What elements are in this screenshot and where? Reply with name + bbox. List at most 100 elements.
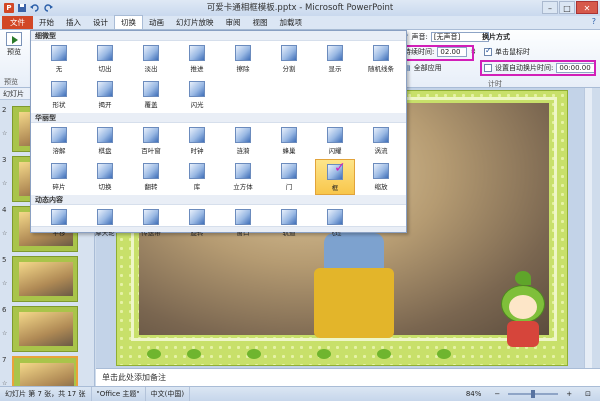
transition-option[interactable]: 旋转 [177,205,217,241]
tab-0[interactable]: 文件 [2,16,33,29]
transition-option[interactable]: 库 [177,159,217,195]
gallery-row: 无 切出 淡出 推进 擦除 分割 显示 随机线条 [31,41,406,77]
window-title: 可爱卡通相框模板.pptx - Microsoft PowerPoint [206,3,394,13]
push-icon [189,45,205,61]
transition-option[interactable]: 时钟 [177,123,217,159]
transition-star-icon: ☆ [2,230,8,237]
transition-option[interactable]: 传送带 [131,205,171,241]
transition-option[interactable]: 摩天轮 [85,205,125,241]
slide-thumbnail[interactable] [12,306,78,352]
transition-option[interactable]: 框 ✓ [315,159,355,195]
minimize-button[interactable]: – [542,1,558,14]
transition-option-label: 棋盘 [98,147,112,155]
transition-option[interactable]: 门 [269,159,309,195]
none-icon [51,45,67,61]
selected-check-icon: ✓ [334,160,346,176]
slide-thumbnail-row[interactable]: 5 ☆ [0,254,95,306]
tab-8[interactable]: 视图 [247,16,274,29]
maximize-button[interactable]: □ [559,1,575,14]
language-status[interactable]: 中文(中国) [146,387,191,401]
transition-option[interactable]: 飞过 [315,205,355,241]
tab-9[interactable]: 加载项 [274,16,309,29]
transition-option-label: 立方体 [233,183,253,191]
honeycomb-icon [281,127,297,143]
tab-2[interactable]: 插入 [60,16,87,29]
tab-5[interactable]: 动画 [143,16,170,29]
gallery-section-header: 华丽型 [31,113,406,123]
transition-option[interactable]: 闪光 [177,77,217,113]
tab-7[interactable]: 审阅 [220,16,247,29]
transition-option[interactable]: 形状 [39,77,79,113]
transition-option[interactable]: 擦除 [223,41,263,77]
zoom-slider[interactable] [508,390,559,398]
undo-icon[interactable] [30,3,40,13]
transition-option[interactable]: 棋盘 [85,123,125,159]
vertical-scrollbar[interactable] [584,88,592,368]
cover-icon [143,81,159,97]
transition-option[interactable]: 推进 [177,41,217,77]
transition-option[interactable]: 平移 [39,205,79,241]
frog-decoration [187,349,201,359]
zoom-slider-knob[interactable] [531,390,536,398]
transition-option[interactable]: 百叶窗 [131,123,171,159]
on-click-checkbox[interactable] [484,46,492,56]
after-time-highlight [480,60,596,76]
transition-option-label: 时钟 [190,147,204,155]
zoom-control: 84% − + ⊡ [461,387,596,401]
ferris-wheel-icon [97,209,113,225]
tab-1[interactable]: 开始 [33,16,60,29]
save-icon[interactable] [17,3,27,13]
transition-option[interactable]: 涡流 [361,123,401,159]
transition-option[interactable]: 蜂巢 [269,123,309,159]
transition-option[interactable]: 切出 [85,41,125,77]
thumbnail-photo [19,312,73,346]
transition-option-label: 翻转 [144,183,158,191]
transition-option[interactable]: 无 [39,41,79,77]
transition-option[interactable]: 分割 [269,41,309,77]
zoom-in-icon[interactable]: + [561,387,577,401]
close-button[interactable]: ✕ [576,1,598,14]
redo-icon[interactable] [43,3,53,13]
transition-option[interactable]: 闪耀 [315,123,355,159]
transition-option[interactable]: 立方体 [223,159,263,195]
transition-option[interactable]: 缩放 [361,159,401,195]
transition-option[interactable]: 显示 [315,41,355,77]
transition-option[interactable]: 切换 [85,159,125,195]
shape-icon [51,81,67,97]
transition-option[interactable]: 涟漪 [223,123,263,159]
transition-option[interactable]: 溶解 [39,123,79,159]
flash-icon [189,81,205,97]
notes-pane[interactable]: 单击此处添加备注 [96,368,600,386]
zoom-out-icon[interactable]: − [489,387,505,401]
transition-option-label: 分割 [282,65,296,73]
zoom-level[interactable]: 84% [461,387,487,401]
transition-option[interactable]: 揭开 [85,77,125,113]
transition-option[interactable]: 淡出 [131,41,171,77]
transition-option[interactable]: 随机线条 [361,41,401,77]
frog-decoration [147,349,161,359]
fit-to-window-icon[interactable]: ⊡ [580,387,596,401]
on-click-option[interactable]: 单击鼠标时 [484,46,530,57]
tab-4[interactable]: 切换 [114,15,143,29]
vortex-icon [373,127,389,143]
advance-slide-header: 换片方式 [482,33,510,41]
transition-option-label: 淡出 [144,65,158,73]
transition-option[interactable]: 碎片 [39,159,79,195]
transition-option[interactable]: 覆盖 [131,77,171,113]
frog-girl-mascot [493,271,553,351]
transition-option[interactable]: 轨道 [269,205,309,241]
transition-option[interactable]: 翻转 [131,159,171,195]
tab-6[interactable]: 幻灯片放映 [170,16,220,29]
transition-option[interactable]: 窗口 [223,205,263,241]
transition-option-label: 蜂巢 [282,147,296,155]
duration-highlight [401,45,474,61]
slide-thumbnail-row[interactable]: 6 ☆ [0,304,95,356]
preview-button[interactable]: 预览 [2,32,26,57]
frog-decoration [437,349,451,359]
sound-select[interactable]: [无声音] [430,32,489,42]
tab-3[interactable]: 设计 [87,16,114,29]
apply-all-button[interactable]: ▤ 全部应用 [404,63,442,73]
slide-thumbnail[interactable] [12,256,78,302]
powerpoint-logo-icon[interactable]: P [4,3,14,13]
help-icon[interactable]: ? [592,17,596,26]
